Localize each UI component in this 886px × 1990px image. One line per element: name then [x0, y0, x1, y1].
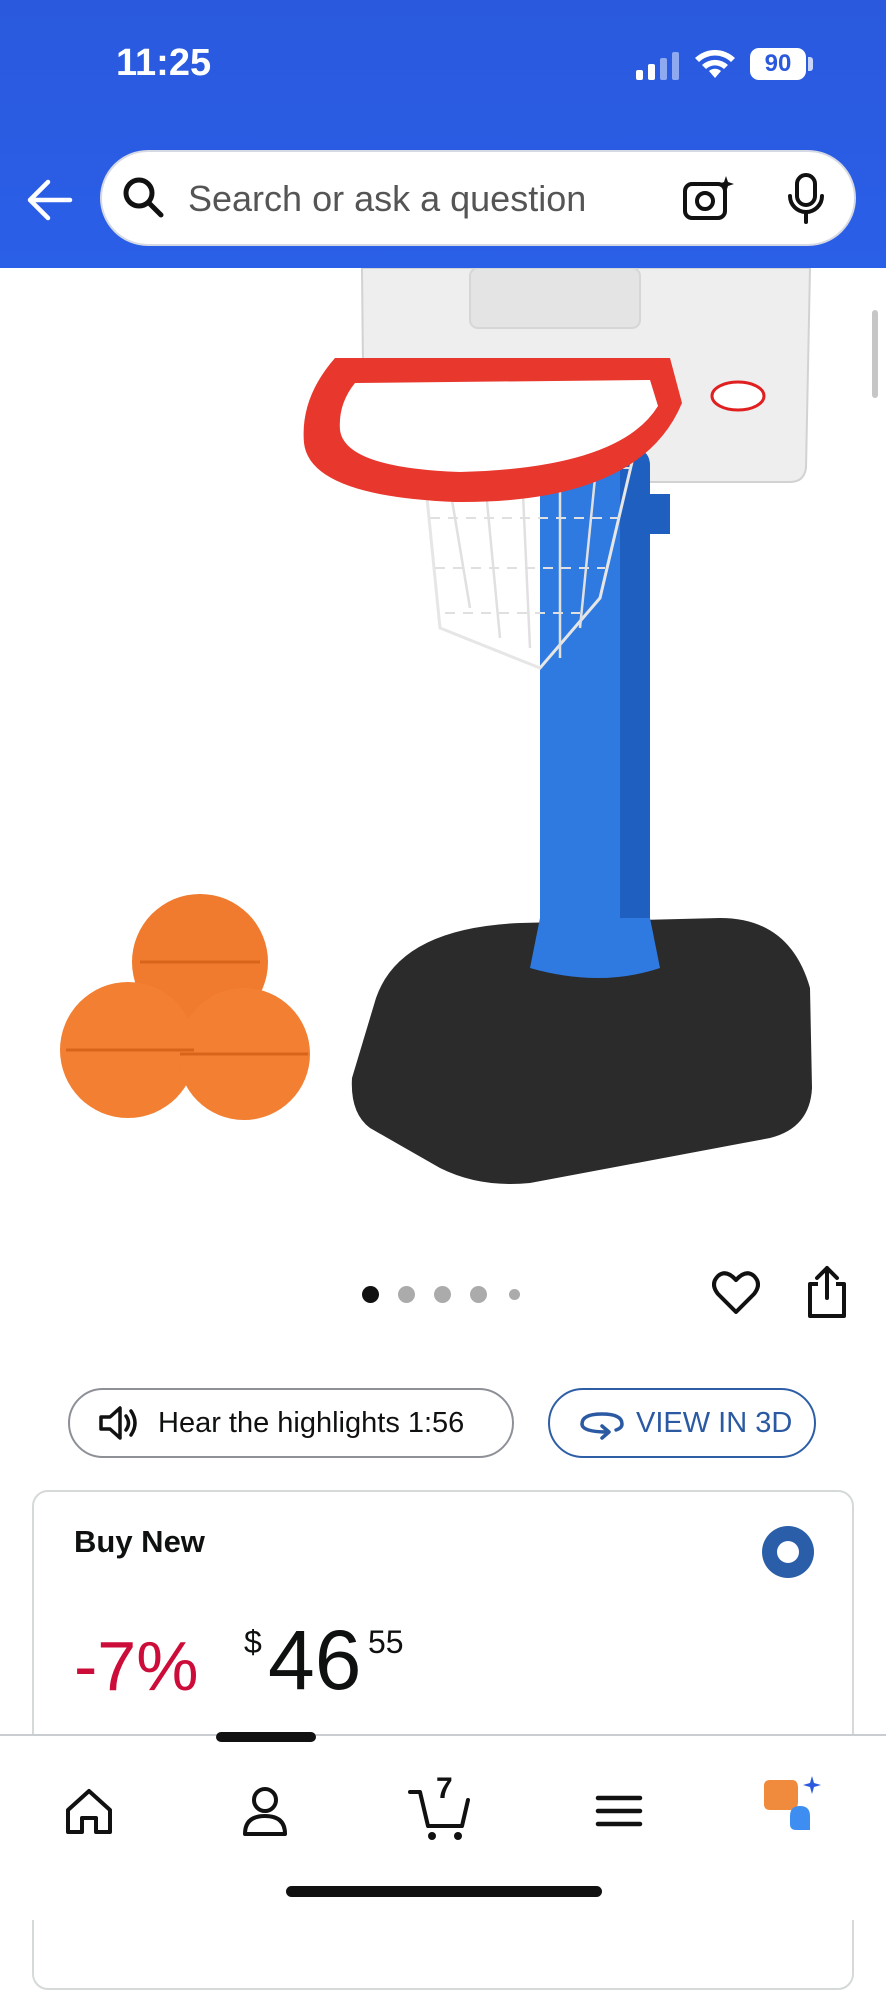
buy-new-radio[interactable]	[762, 1526, 814, 1578]
cart-count: 7	[436, 1772, 453, 1805]
search-input[interactable]	[186, 174, 750, 224]
pager-dot[interactable]	[509, 1289, 520, 1300]
wifi-icon	[695, 50, 735, 78]
product-image[interactable]	[0, 268, 886, 1228]
account-icon[interactable]	[230, 1776, 300, 1846]
price-whole: 46	[268, 1613, 362, 1707]
pager-dot[interactable]	[434, 1286, 451, 1303]
pager-dot[interactable]	[470, 1286, 487, 1303]
home-indicator	[286, 1886, 602, 1897]
price-currency: $	[244, 1624, 262, 1660]
pager-dot[interactable]	[398, 1286, 415, 1303]
search-bar[interactable]	[100, 150, 856, 246]
speaker-icon	[99, 1406, 137, 1440]
camera-lens-icon[interactable]	[682, 174, 734, 222]
back-arrow-icon[interactable]	[26, 178, 74, 222]
cellular-signal-icon	[636, 52, 679, 80]
home-icon[interactable]	[54, 1776, 124, 1846]
rotate-3d-icon	[580, 1412, 624, 1440]
share-icon[interactable]	[806, 1264, 848, 1320]
battery-level: 90	[750, 48, 806, 80]
microphone-icon[interactable]	[786, 172, 826, 226]
drawer-handle[interactable]	[216, 1732, 316, 1742]
view-in-3d-label: VIEW IN 3D	[636, 1406, 793, 1439]
bottom-navigation: 7	[0, 1732, 886, 1920]
heart-icon[interactable]	[712, 1270, 760, 1316]
hear-highlights-button[interactable]: Hear the highlights 1:56	[68, 1388, 514, 1458]
buy-new-title: Buy New	[74, 1524, 205, 1559]
hear-highlights-label: Hear the highlights 1:56	[158, 1406, 465, 1439]
image-pager-dots[interactable]	[360, 1282, 530, 1306]
discount-percent: -7%	[74, 1627, 199, 1705]
price-fraction: 55	[368, 1624, 404, 1660]
pager-dot[interactable]	[362, 1286, 379, 1303]
menu-icon[interactable]	[584, 1776, 654, 1846]
view-in-3d-button[interactable]: VIEW IN 3D	[548, 1388, 816, 1458]
rufus-assistant-icon[interactable]	[760, 1776, 830, 1846]
battery-tip	[808, 57, 813, 71]
search-icon	[123, 177, 164, 218]
cart-button[interactable]: 7	[406, 1772, 476, 1846]
status-time: 11:25	[116, 42, 212, 84]
image-scroll-indicator	[872, 310, 878, 398]
app-header: 11:25 90	[0, 0, 886, 268]
